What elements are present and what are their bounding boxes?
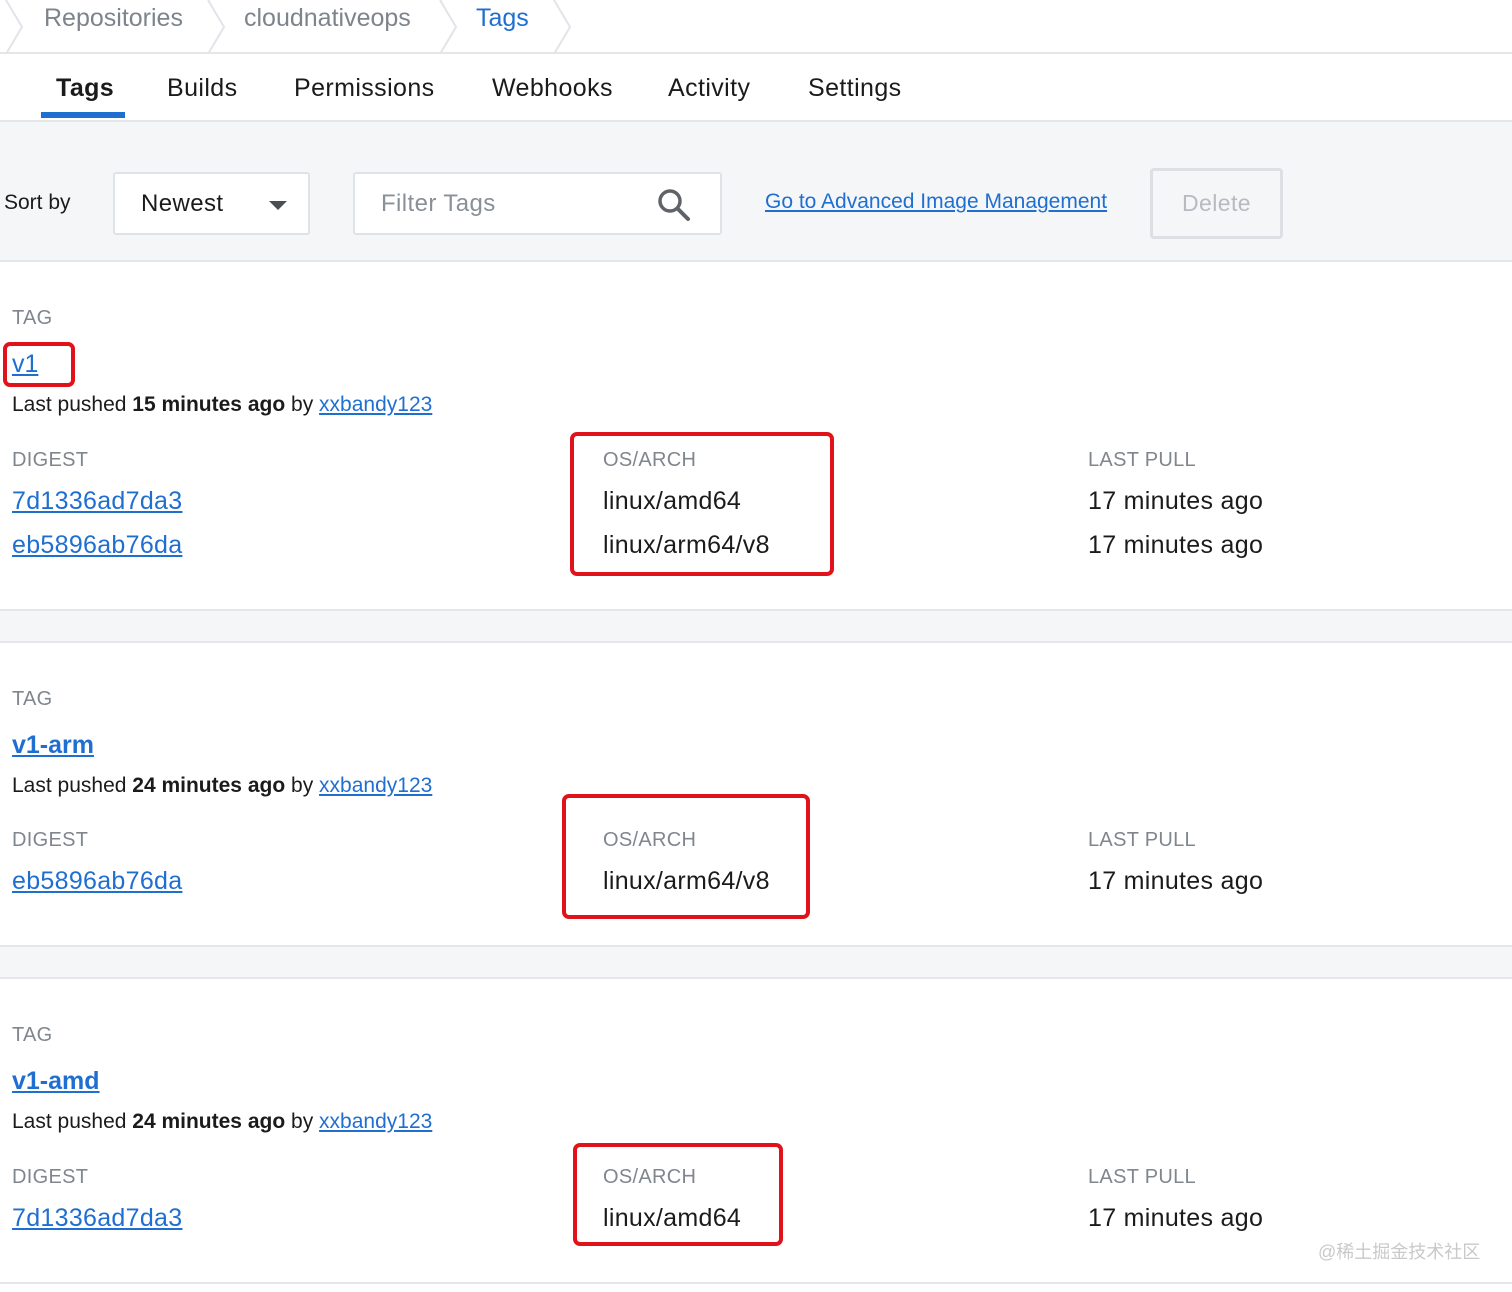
digest-link[interactable]: eb5896ab76da bbox=[12, 531, 182, 560]
breadcrumb-separator-icon bbox=[4, 0, 28, 54]
last-pull-value: 17 minutes ago bbox=[1088, 487, 1264, 515]
last-pushed-by: by bbox=[291, 393, 314, 416]
pusher-user-link[interactable]: xxbandy123 bbox=[319, 393, 432, 416]
tag-column-label: TAG bbox=[12, 307, 53, 329]
digest-column-label: DIGEST bbox=[12, 1166, 89, 1188]
tab-webhooks[interactable]: Webhooks bbox=[492, 74, 613, 103]
advanced-image-management-link[interactable]: Go to Advanced Image Management bbox=[765, 190, 1107, 214]
tab-permissions[interactable]: Permissions bbox=[294, 74, 435, 103]
tag-column-label: TAG bbox=[12, 688, 53, 710]
last-pushed-text: Last pushed 24 minutes ago by xxbandy123 bbox=[12, 1110, 432, 1134]
last-pull-value: 17 minutes ago bbox=[1088, 867, 1264, 895]
sort-select-value: Newest bbox=[141, 190, 224, 217]
highlight-annotation bbox=[562, 794, 810, 919]
last-pushed-text: Last pushed 24 minutes ago by xxbandy123 bbox=[12, 774, 432, 798]
tag-column-label: TAG bbox=[12, 1024, 53, 1046]
last-pushed-text: Last pushed 15 minutes ago by xxbandy123 bbox=[12, 393, 432, 417]
sort-select[interactable]: Newest bbox=[113, 172, 310, 235]
tag-name-link[interactable]: v1-arm bbox=[12, 731, 94, 760]
last-pull-column-label: LAST PULL bbox=[1088, 449, 1196, 471]
last-pull-value: 17 minutes ago bbox=[1088, 531, 1264, 559]
breadcrumb: Repositories cloudnativeops Tags bbox=[0, 0, 1512, 54]
tab-builds[interactable]: Builds bbox=[167, 74, 238, 103]
last-pushed-time: 24 minutes ago bbox=[132, 774, 286, 797]
last-pushed-prefix: Last pushed bbox=[12, 774, 127, 797]
last-pushed-prefix: Last pushed bbox=[12, 1110, 127, 1133]
breadcrumb-namespace[interactable]: cloudnativeops bbox=[244, 0, 411, 38]
card-bottom-border bbox=[0, 1282, 1512, 1284]
tag-card: TAG v1-arm Last pushed 24 minutes ago by… bbox=[0, 643, 1512, 945]
tab-bar: Tags Builds Permissions Webhooks Activit… bbox=[0, 54, 1512, 122]
highlight-annotation bbox=[3, 342, 75, 387]
breadcrumb-separator-icon bbox=[552, 0, 576, 54]
last-pushed-time: 15 minutes ago bbox=[132, 393, 286, 416]
digest-column-label: DIGEST bbox=[12, 449, 89, 471]
card-divider bbox=[0, 945, 1512, 979]
tag-name-link[interactable]: v1-amd bbox=[12, 1067, 100, 1096]
pusher-user-link[interactable]: xxbandy123 bbox=[319, 774, 432, 797]
digest-link[interactable]: 7d1336ad7da3 bbox=[12, 1204, 182, 1233]
delete-button[interactable]: Delete bbox=[1150, 168, 1283, 239]
last-pull-column-label: LAST PULL bbox=[1088, 1166, 1196, 1188]
card-divider bbox=[0, 609, 1512, 643]
breadcrumb-separator-icon bbox=[206, 0, 230, 54]
last-pushed-prefix: Last pushed bbox=[12, 393, 127, 416]
last-pushed-time: 24 minutes ago bbox=[132, 1110, 286, 1133]
filter-tags-input[interactable] bbox=[381, 186, 651, 222]
filter-tags-field bbox=[353, 172, 722, 235]
tab-activity[interactable]: Activity bbox=[668, 74, 750, 103]
highlight-annotation bbox=[573, 1143, 783, 1246]
tag-card: TAG v1 Last pushed 15 minutes ago by xxb… bbox=[0, 262, 1512, 609]
pusher-user-link[interactable]: xxbandy123 bbox=[319, 1110, 432, 1133]
breadcrumb-repositories[interactable]: Repositories bbox=[44, 0, 183, 38]
breadcrumb-separator-icon bbox=[438, 0, 462, 54]
tab-tags[interactable]: Tags bbox=[56, 74, 114, 103]
digest-link[interactable]: 7d1336ad7da3 bbox=[12, 487, 182, 516]
last-pushed-by: by bbox=[291, 774, 314, 797]
sort-by-label: Sort by bbox=[4, 191, 71, 214]
last-pushed-by: by bbox=[291, 1110, 314, 1133]
search-icon[interactable] bbox=[656, 187, 692, 223]
digest-column-label: DIGEST bbox=[12, 829, 89, 851]
tag-card: TAG v1-amd Last pushed 24 minutes ago by… bbox=[0, 979, 1512, 1292]
last-pull-column-label: LAST PULL bbox=[1088, 829, 1196, 851]
highlight-annotation bbox=[570, 432, 834, 576]
watermark: @稀土掘金技术社区 bbox=[1318, 1242, 1481, 1262]
digest-link[interactable]: eb5896ab76da bbox=[12, 867, 182, 896]
breadcrumb-tags[interactable]: Tags bbox=[476, 0, 529, 38]
caret-down-icon bbox=[269, 201, 287, 210]
tab-settings[interactable]: Settings bbox=[808, 74, 902, 103]
last-pull-value: 17 minutes ago bbox=[1088, 1204, 1264, 1232]
tags-toolbar: Sort by Newest Go to Advanced Image Mana… bbox=[0, 122, 1512, 262]
active-tab-indicator bbox=[41, 112, 125, 118]
